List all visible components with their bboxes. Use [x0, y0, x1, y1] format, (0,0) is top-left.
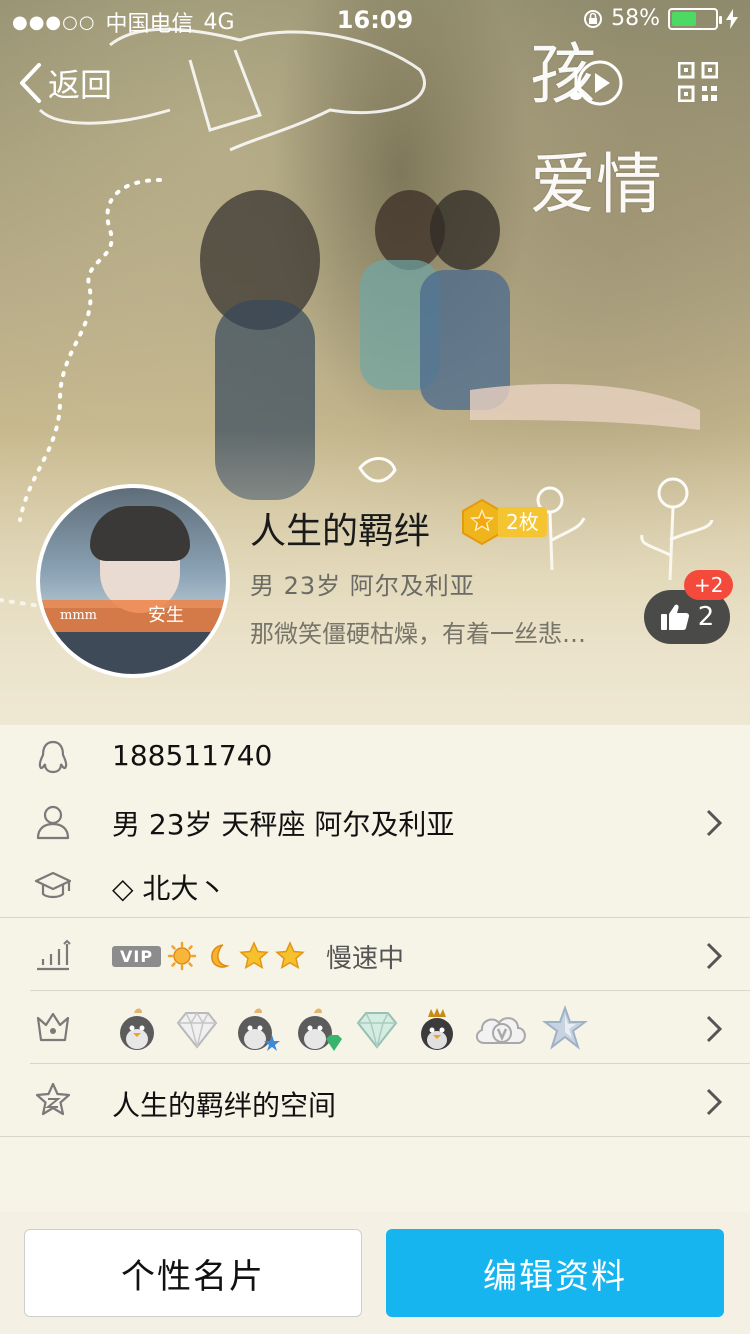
level-row[interactable]: VIP 慢速中	[0, 918, 750, 990]
moon-icon	[211, 944, 230, 968]
star-icon	[239, 941, 269, 970]
chevron-right-icon	[706, 942, 722, 970]
penguin-star-medal-icon	[238, 1008, 280, 1051]
crown-icon	[36, 1012, 70, 1042]
profile-signature[interactable]: 那微笑僵硬枯燥，有着一丝悲…	[250, 614, 586, 649]
profile-cover: 孩 爱情 ●●●○○ 中国电信 4G 16:09 58% 返回 mmm 安生 人…	[0, 0, 750, 725]
avatar[interactable]: mmm 安生	[36, 484, 230, 678]
personal-info: 男 23岁 天秤座 阿尔及利亚	[112, 808, 455, 841]
personal-info-row[interactable]: 男 23岁 天秤座 阿尔及利亚	[0, 789, 750, 853]
cloud-v-medal-icon	[476, 1017, 526, 1044]
graduation-cap-icon	[34, 871, 72, 899]
qzone-name: 人生的羁绊的空间	[112, 1089, 337, 1122]
back-button[interactable]: 返回	[18, 60, 112, 106]
level-chart-icon	[37, 939, 71, 971]
cover-art-line-2: 爱情	[530, 146, 662, 223]
avatar-band-right: 安生	[148, 605, 184, 626]
level-speed: 慢速中	[326, 944, 405, 974]
qr-code-icon[interactable]	[678, 62, 718, 102]
like-count: 2	[697, 602, 715, 632]
penguin-diamond-medal-icon	[298, 1008, 342, 1051]
edit-profile-button[interactable]: 编辑资料	[386, 1229, 724, 1317]
star-medal-icon	[542, 1005, 588, 1050]
qq-number: 188511740	[112, 739, 273, 772]
green-diamond-medal-icon	[356, 1012, 398, 1049]
charging-icon	[726, 8, 738, 29]
qq-number-row[interactable]: 188511740	[0, 725, 750, 789]
penguin-icon	[38, 740, 68, 774]
star-icon	[275, 941, 305, 970]
status-bar: ●●●○○ 中国电信 4G 16:09 58%	[0, 0, 750, 40]
medal-badge[interactable]: 2枚	[460, 498, 547, 546]
crown-penguin-medal-icon	[421, 1008, 453, 1050]
profile-basic-info: 男 23岁 阿尔及利亚	[250, 572, 475, 600]
bottom-action-bar: 个性名片 编辑资料	[0, 1212, 750, 1334]
back-label: 返回	[48, 66, 113, 104]
vip-tag: VIP	[112, 945, 162, 967]
medals-row[interactable]	[0, 991, 750, 1063]
person-icon	[36, 805, 70, 840]
penguin-medal-icon	[120, 1008, 154, 1050]
orientation-lock-icon	[584, 9, 603, 28]
battery-icon	[668, 7, 722, 30]
personal-card-button[interactable]: 个性名片	[24, 1229, 362, 1317]
school-row[interactable]: ◇ 北大丶	[0, 853, 750, 917]
diamond-medal-icon	[176, 1012, 218, 1049]
battery-percent: 58%	[611, 6, 660, 31]
new-likes-badge: +2	[684, 570, 734, 600]
qzone-star-icon	[35, 1082, 71, 1116]
music-play-icon[interactable]	[570, 58, 628, 108]
avatar-band-left: mmm	[60, 608, 97, 623]
avatar-band: mmm 安生	[40, 600, 226, 632]
profile-nickname: 人生的羁绊	[250, 511, 431, 552]
divider	[0, 1136, 750, 1137]
chevron-left-icon	[20, 63, 41, 103]
profile-info-list: 188511740 男 23岁 天秤座 阿尔及利亚 ◇ 北大丶 VIP 慢速中 …	[0, 725, 750, 1137]
space-row[interactable]: 人生的羁绊的空间	[0, 1064, 750, 1136]
chevron-right-icon	[706, 1015, 722, 1043]
badge-count: 2枚	[498, 507, 547, 537]
sun-icon	[167, 941, 197, 971]
chevron-right-icon	[706, 1088, 722, 1116]
chevron-right-icon	[706, 809, 722, 837]
thumbs-up-icon	[660, 604, 689, 630]
school-name: ◇ 北大丶	[112, 872, 227, 905]
